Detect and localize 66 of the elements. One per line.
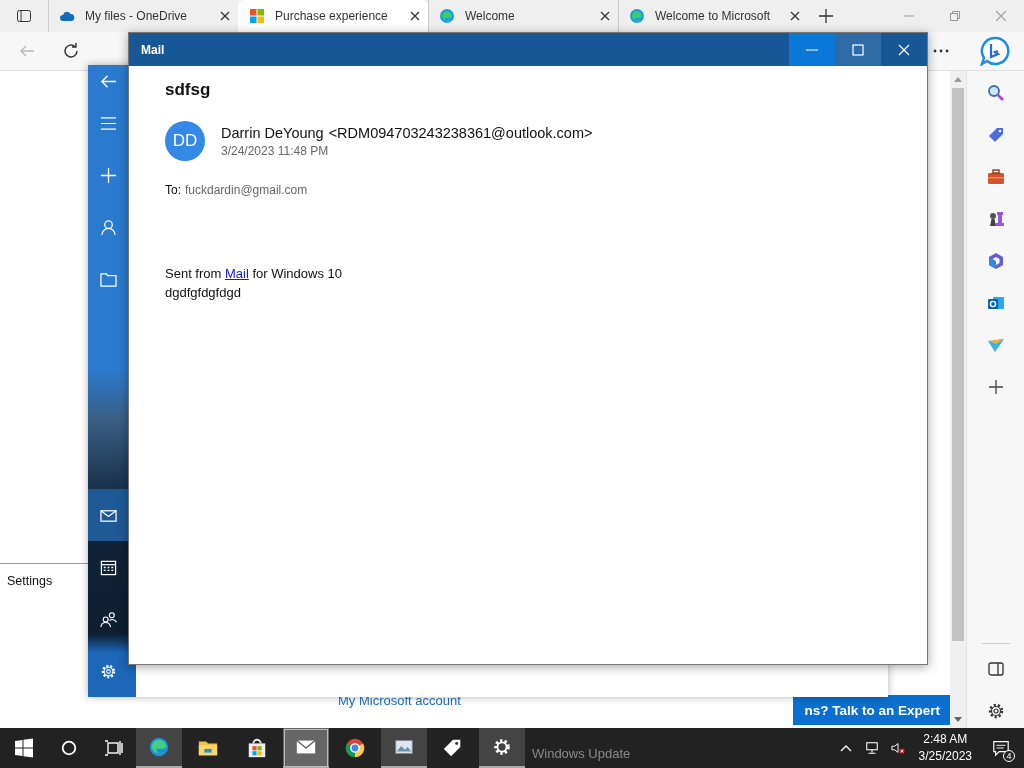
refresh-icon[interactable]	[62, 42, 80, 60]
chat-bubble-icon	[992, 739, 1010, 757]
muted-speaker-icon[interactable]	[890, 741, 905, 755]
rail-item[interactable]	[88, 489, 128, 541]
sender-address: <RDM094703243238361@outlook.com>	[328, 124, 593, 141]
window-title: Mail	[141, 42, 166, 57]
scroll-down-icon[interactable]	[954, 717, 962, 722]
sender-avatar: DD	[165, 121, 205, 161]
task-view-icon[interactable]	[104, 738, 124, 758]
tab-title: Welcome to Microsoft	[655, 9, 772, 23]
taskbar-app-button[interactable]	[381, 728, 427, 768]
clock-date[interactable]: 3/25/2023	[918, 748, 972, 765]
search-icon[interactable]	[60, 739, 78, 757]
clock-time[interactable]: 2:48 AM	[923, 731, 968, 748]
edge-icon	[629, 8, 645, 24]
close-icon[interactable]	[790, 11, 800, 21]
settings-label: Settings	[7, 574, 53, 588]
add-icon[interactable]	[986, 378, 1005, 396]
window-thumbnail-label: Windows Update	[532, 746, 631, 761]
sent-date: 3/24/2023 11:48 PM	[221, 143, 329, 158]
close-icon	[898, 43, 910, 56]
signature-text: Sent from Mail for Windows 10	[165, 265, 343, 283]
expert-banner[interactable]: ns? Talk to an Expert	[793, 695, 950, 725]
menu-icon	[99, 114, 117, 132]
settings-icon[interactable]	[986, 702, 1005, 720]
taskbar-app-button[interactable]	[479, 728, 525, 768]
recipient-address: fuckdardin@gmail.com	[185, 183, 308, 197]
scroll-thumb[interactable]	[952, 88, 964, 641]
tab-title: Welcome	[465, 9, 516, 23]
close-icon[interactable]	[410, 11, 420, 21]
chat-bubble-icon[interactable]	[980, 36, 1010, 66]
notification-button[interactable]: 4	[986, 733, 1016, 763]
ring-logo-icon[interactable]	[986, 252, 1005, 270]
shopping-bag-icon	[246, 737, 268, 759]
edge-icon	[148, 736, 170, 758]
new-tab-icon[interactable]	[818, 8, 834, 24]
tab-title: Purchase experience	[275, 9, 389, 23]
calendar-icon	[99, 558, 117, 576]
plus-icon	[99, 166, 117, 184]
email-subject: sdfsg	[165, 80, 212, 100]
people-icon	[99, 610, 117, 628]
mail-link[interactable]: Mail	[224, 266, 249, 281]
maximize-button[interactable]	[835, 33, 881, 66]
windows-logo-icon	[249, 8, 265, 24]
tab-title: My files - OneDrive	[85, 9, 189, 23]
chrome-icon	[344, 737, 366, 759]
folder-icon	[99, 270, 117, 288]
notification-count: 4	[1003, 750, 1015, 762]
sidebar-panel-icon[interactable]	[986, 660, 1005, 678]
start-icon[interactable]	[14, 738, 34, 758]
person-icon	[99, 218, 117, 236]
scrollbar[interactable]	[950, 71, 966, 728]
maximize-icon	[852, 43, 864, 56]
to-label: To:	[165, 183, 181, 197]
message-text: dgdfgfdgfdgd	[165, 284, 242, 302]
settings-icon	[99, 662, 117, 680]
sender-name: Darrin DeYoung	[221, 124, 324, 141]
edge-icon	[439, 8, 455, 24]
toolbox-icon[interactable]	[986, 168, 1005, 186]
settings-icon	[491, 736, 513, 758]
network-icon[interactable]	[864, 741, 879, 755]
tab-actions-icon[interactable]	[16, 8, 32, 24]
close-icon[interactable]	[600, 11, 610, 21]
outlook-icon[interactable]	[986, 294, 1005, 312]
close-icon[interactable]	[220, 11, 230, 21]
browser-tab[interactable]: Purchase experience	[238, 0, 428, 32]
